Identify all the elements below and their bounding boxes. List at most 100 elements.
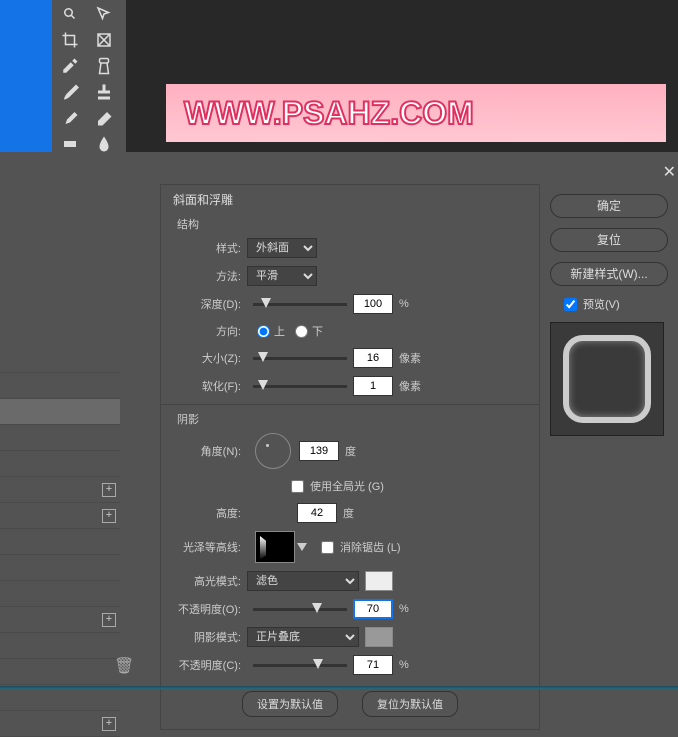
direction-label: 方向: [161,323,247,339]
preview-box [550,322,664,436]
brush-tool[interactable] [54,80,86,104]
quick-select-tool[interactable] [88,2,120,26]
percent-unit: % [399,298,409,310]
antialias-label: 消除锯齿 (L) [340,539,401,555]
canvas: WWW.PSAHZ.COM [126,0,678,152]
size-slider[interactable] [253,357,347,360]
opacity-c-slider[interactable] [253,664,347,667]
pixels-unit: 像素 [399,350,421,366]
altitude-label: 高度: [161,505,247,521]
percent-unit: % [399,659,409,671]
depth-label: 深度(D): [161,296,247,312]
plus-icon[interactable]: + [102,613,116,627]
stamp-tool[interactable] [88,80,120,104]
bottom-accent [0,686,678,689]
history-brush-tool[interactable] [54,106,86,130]
gloss-contour[interactable] [255,531,295,563]
soften-slider[interactable] [253,385,347,388]
depth-slider[interactable] [253,303,347,306]
chevron-down-icon[interactable] [297,543,307,551]
angle-input[interactable] [299,441,339,461]
layer-style-dialog: ✕ + + + + 🗑 斜面和浮雕 结构 样式: 外斜面 方法: 平滑 深度(D… [0,152,678,691]
ok-button[interactable]: 确定 [550,194,668,218]
style-row[interactable]: + [0,711,120,737]
preview-label: 预览(V) [583,296,620,312]
plus-icon[interactable]: + [102,717,116,731]
soften-label: 软化(F): [161,378,247,394]
angle-wheel[interactable] [255,433,291,469]
banner-text: WWW.PSAHZ.COM [184,95,474,132]
style-row-selected[interactable] [0,399,120,425]
style-row[interactable] [0,425,120,451]
shadow-mode-label: 阴影模式: [161,629,247,645]
size-label: 大小(Z): [161,350,247,366]
close-icon[interactable]: ✕ [663,162,676,182]
opacity-c-label: 不透明度(C): [161,657,247,673]
highlight-color-swatch[interactable] [365,571,393,591]
structure-title: 结构 [161,214,539,234]
style-row[interactable] [0,581,120,607]
style-row[interactable] [0,659,120,685]
percent-unit: % [399,603,409,615]
preview-checkbox[interactable] [564,298,577,311]
style-row[interactable] [0,451,120,477]
style-row[interactable]: + [0,607,120,633]
style-row[interactable] [0,373,120,399]
antialias-checkbox[interactable] [321,541,334,554]
shadow-title: 阴影 [161,409,539,429]
new-style-button[interactable]: 新建样式(W)... [550,262,668,286]
highlight-mode-label: 高光模式: [161,573,247,589]
banner: WWW.PSAHZ.COM [166,84,666,142]
gloss-label: 光泽等高线: [161,539,247,555]
style-row[interactable] [0,529,120,555]
opacity-c-input[interactable] [353,655,393,675]
depth-input[interactable] [353,294,393,314]
toolbar [52,0,126,152]
styles-list: + + + + [0,347,120,737]
shadow-mode-select[interactable]: 正片叠底 [247,627,359,647]
highlight-mode-select[interactable]: 滤色 [247,571,359,591]
eyedropper-tool[interactable] [54,54,86,78]
style-label: 样式: [161,240,247,256]
eraser-tool[interactable] [88,106,120,130]
opacity-o-input[interactable] [353,599,393,619]
style-row[interactable] [0,347,120,373]
plus-icon[interactable]: + [102,509,116,523]
frame-tool[interactable] [88,28,120,52]
trash-icon[interactable]: 🗑 [114,656,134,676]
magic-wand-tool[interactable] [54,2,86,26]
shadow-color-swatch[interactable] [365,627,393,647]
direction-up-label: 上 [274,323,285,339]
style-select[interactable]: 外斜面 [247,238,317,258]
preview-shape [563,335,651,423]
angle-label: 角度(N): [161,443,247,459]
cancel-button[interactable]: 复位 [550,228,668,252]
direction-down-label: 下 [312,323,323,339]
style-row[interactable] [0,633,120,659]
style-row[interactable]: + [0,503,120,529]
style-row[interactable]: + [0,477,120,503]
reset-default-button[interactable]: 复位为默认值 [362,691,458,717]
opacity-o-slider[interactable] [253,608,347,611]
pixels-unit: 像素 [399,378,421,394]
style-row[interactable] [0,555,120,581]
plus-icon[interactable]: + [102,483,116,497]
set-default-button[interactable]: 设置为默认值 [242,691,338,717]
degree-unit: 度 [343,505,354,521]
crop-tool[interactable] [54,28,86,52]
technique-select[interactable]: 平滑 [247,266,317,286]
global-light-checkbox[interactable] [291,480,304,493]
spot-heal-tool[interactable] [88,54,120,78]
right-column: 确定 复位 新建样式(W)... 预览(V) [550,194,676,436]
bevel-panel: 斜面和浮雕 结构 样式: 外斜面 方法: 平滑 深度(D): % 方向: 上 下… [160,184,540,730]
bevel-title: 斜面和浮雕 [161,185,539,214]
opacity-o-label: 不透明度(O): [161,601,247,617]
size-input[interactable] [353,348,393,368]
degree-unit: 度 [345,443,356,459]
soften-input[interactable] [353,376,393,396]
direction-down-radio[interactable] [295,325,308,338]
global-light-label: 使用全局光 (G) [310,478,384,494]
altitude-input[interactable] [297,503,337,523]
technique-label: 方法: [161,268,247,284]
direction-up-radio[interactable] [257,325,270,338]
